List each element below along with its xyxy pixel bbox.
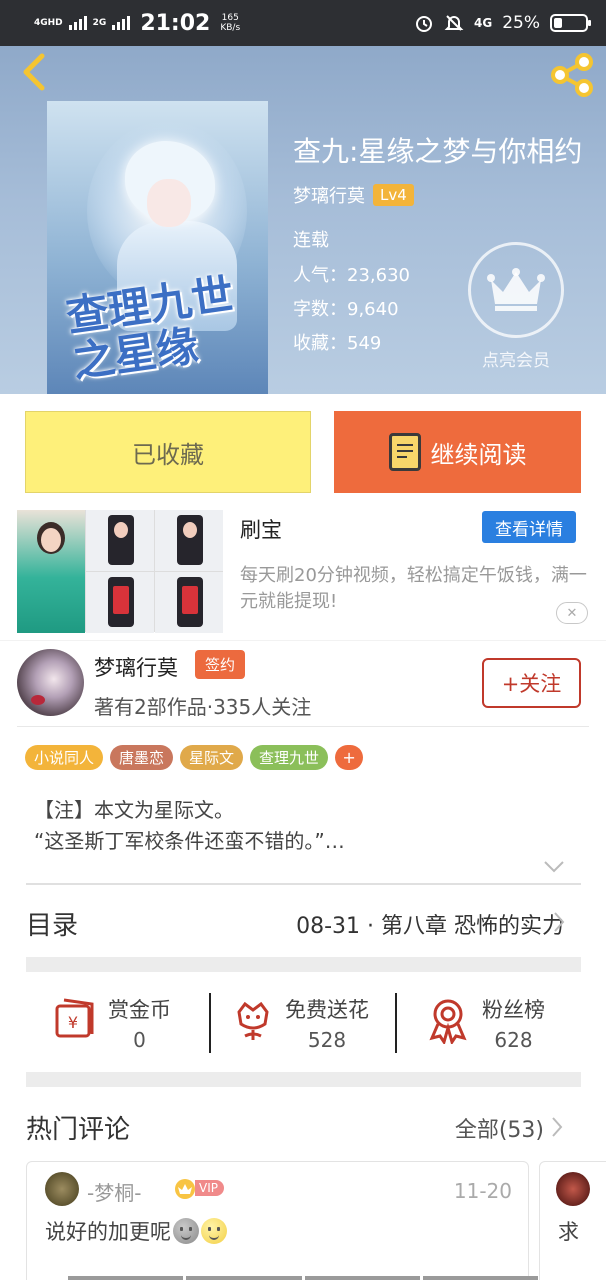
network-type-label-2: 2G bbox=[92, 17, 107, 28]
collected-button[interactable]: 已收藏 bbox=[25, 411, 311, 493]
network-4g-label: 4G bbox=[474, 16, 493, 30]
comment-text: 说好的加更呢 bbox=[45, 1220, 171, 1244]
ad-close-button[interactable]: ✕ bbox=[556, 602, 588, 624]
popularity-label: 人气： bbox=[293, 265, 347, 286]
comment-text-2: 求 bbox=[558, 1220, 579, 1244]
ad-description: 每天刷20分钟视频，轻松搞定午饭钱，满一元就能提现! bbox=[240, 565, 587, 612]
comment-card-2[interactable]: 求 bbox=[539, 1161, 606, 1280]
network-speed: 165 KB/s bbox=[220, 13, 240, 33]
book-author[interactable]: 梦璃行莫 bbox=[293, 182, 365, 208]
words-label: 字数： bbox=[293, 299, 347, 320]
level-badge: Lv4 bbox=[373, 184, 414, 206]
status-bar: 4GHD 2G 21:02 165 KB/s 4G 25% bbox=[0, 0, 606, 46]
signal-icon-2 bbox=[112, 16, 131, 30]
flower-icon bbox=[237, 1001, 269, 1040]
latest-chapter[interactable]: 08-31 · 第八章 恐怖的实力 bbox=[296, 908, 564, 940]
cover-title: 查理九世之星缘 bbox=[63, 269, 237, 387]
tag-chip[interactable]: 星际文 bbox=[180, 745, 244, 770]
reward-separator bbox=[209, 993, 211, 1053]
emoji-icon bbox=[173, 1218, 199, 1244]
member-label: 点亮会员 bbox=[482, 351, 550, 371]
ad-title[interactable]: 刷宝 bbox=[240, 514, 282, 544]
hot-comments-label: 热门评论 bbox=[26, 1115, 131, 1145]
reward-fans-label: 粉丝榜 bbox=[482, 998, 545, 1022]
expand-chevron-icon[interactable] bbox=[543, 860, 565, 874]
tag-chip[interactable]: 查理九世 bbox=[250, 745, 329, 770]
speed-value: 165 bbox=[221, 13, 239, 23]
word-count-stat: 字数：9,640 bbox=[293, 295, 399, 321]
chevron-right-icon[interactable] bbox=[552, 911, 566, 933]
tag-chip[interactable]: 唐墨恋 bbox=[110, 745, 174, 770]
smile-emoji-icon bbox=[201, 1218, 227, 1244]
page-indicator bbox=[68, 1276, 538, 1280]
mute-icon bbox=[444, 15, 464, 31]
add-tag-button[interactable]: + bbox=[335, 745, 364, 770]
reward-coin-label: 赏金币 bbox=[108, 998, 171, 1022]
all-comments-link[interactable]: 全部(53) bbox=[455, 1112, 544, 1144]
popularity-value: 23,630 bbox=[347, 265, 410, 286]
network-type-label: 4GHD bbox=[34, 17, 63, 28]
member-button[interactable]: 点亮会员 bbox=[468, 242, 564, 371]
reward-fans[interactable]: 粉丝榜 628 bbox=[428, 996, 545, 1056]
author-avatar[interactable] bbox=[17, 649, 84, 716]
synopsis[interactable]: 【注】本文为星际文。 “这圣斯丁军校条件还蛮不错的。”… bbox=[34, 795, 345, 857]
collected-label: 已收藏 bbox=[132, 440, 204, 469]
book-title: 查九:星缘之梦与你相约 bbox=[293, 135, 583, 168]
chevron-right-icon-2[interactable] bbox=[550, 1116, 564, 1138]
book-header: 查理九世之星缘 查九:星缘之梦与你相约 梦璃行莫 Lv4 连载 人气：23,63… bbox=[0, 46, 606, 394]
comment-card[interactable]: -梦桐- VIP 11-20 说好的加更呢 bbox=[26, 1161, 529, 1280]
follow-button[interactable]: +关注 bbox=[482, 658, 581, 708]
signed-badge: 签约 bbox=[195, 650, 246, 679]
reward-coin[interactable]: ¥ 赏金币 0 bbox=[54, 996, 171, 1056]
tag-list: 小说同人 唐墨恋 星际文 查理九世 + bbox=[25, 745, 364, 770]
signal-icon bbox=[68, 16, 87, 30]
tag-chip[interactable]: 小说同人 bbox=[25, 745, 104, 770]
battery-icon bbox=[550, 14, 591, 32]
alarm-icon bbox=[416, 16, 432, 32]
speed-unit: KB/s bbox=[220, 23, 241, 33]
catalog-label[interactable]: 目录 bbox=[26, 905, 78, 942]
crown-icon bbox=[487, 268, 545, 311]
vip-crown-icon bbox=[175, 1179, 195, 1199]
continue-reading-button[interactable]: 继续阅读 bbox=[334, 411, 581, 493]
commenter-avatar-2[interactable] bbox=[556, 1172, 590, 1206]
commenter-avatar[interactable] bbox=[45, 1172, 79, 1206]
words-value: 9,640 bbox=[347, 299, 399, 320]
book-cover[interactable]: 查理九世之星缘 bbox=[47, 101, 268, 394]
favorites-value: 549 bbox=[347, 333, 382, 354]
section-divider bbox=[26, 957, 581, 972]
reward-fans-value: 628 bbox=[494, 1028, 533, 1052]
popularity-stat: 人气：23,630 bbox=[293, 261, 410, 287]
synopsis-line-1: 【注】本文为星际文。 bbox=[34, 798, 234, 822]
commenter-name[interactable]: -梦桐- bbox=[87, 1177, 141, 1206]
svg-text:¥: ¥ bbox=[68, 1013, 78, 1032]
ad-thumbnail[interactable] bbox=[17, 510, 223, 633]
comment-date: 11-20 bbox=[453, 1179, 512, 1203]
author-meta: 著有2部作品·335人关注 bbox=[94, 695, 312, 719]
reward-separator-2 bbox=[395, 993, 397, 1053]
battery-percent: 25% bbox=[502, 13, 540, 33]
synopsis-line-2: “这圣斯丁军校条件还蛮不错的。”… bbox=[34, 829, 345, 853]
reward-flower[interactable]: 免费送花 528 bbox=[231, 996, 369, 1056]
serial-status: 连载 bbox=[293, 230, 329, 251]
reward-flower-label: 免费送花 bbox=[285, 998, 369, 1022]
share-icon[interactable] bbox=[548, 52, 596, 98]
favorites-stat: 收藏：549 bbox=[293, 329, 381, 355]
gold-coin-icon: ¥ bbox=[55, 998, 94, 1038]
author-name[interactable]: 梦璃行莫 bbox=[94, 652, 178, 682]
reward-flower-value: 528 bbox=[307, 1028, 347, 1052]
back-arrow-icon[interactable] bbox=[16, 52, 52, 92]
award-ribbon-icon bbox=[429, 999, 467, 1044]
continue-reading-label: 继续阅读 bbox=[430, 440, 527, 469]
reward-coin-value: 0 bbox=[133, 1028, 146, 1052]
ad-detail-button[interactable]: 查看详情 bbox=[482, 511, 576, 543]
vip-badge: VIP bbox=[195, 1180, 224, 1196]
clock: 21:02 bbox=[140, 10, 211, 36]
book-icon bbox=[388, 433, 421, 471]
section-divider-2 bbox=[26, 1072, 581, 1087]
favorites-label: 收藏： bbox=[293, 333, 347, 354]
